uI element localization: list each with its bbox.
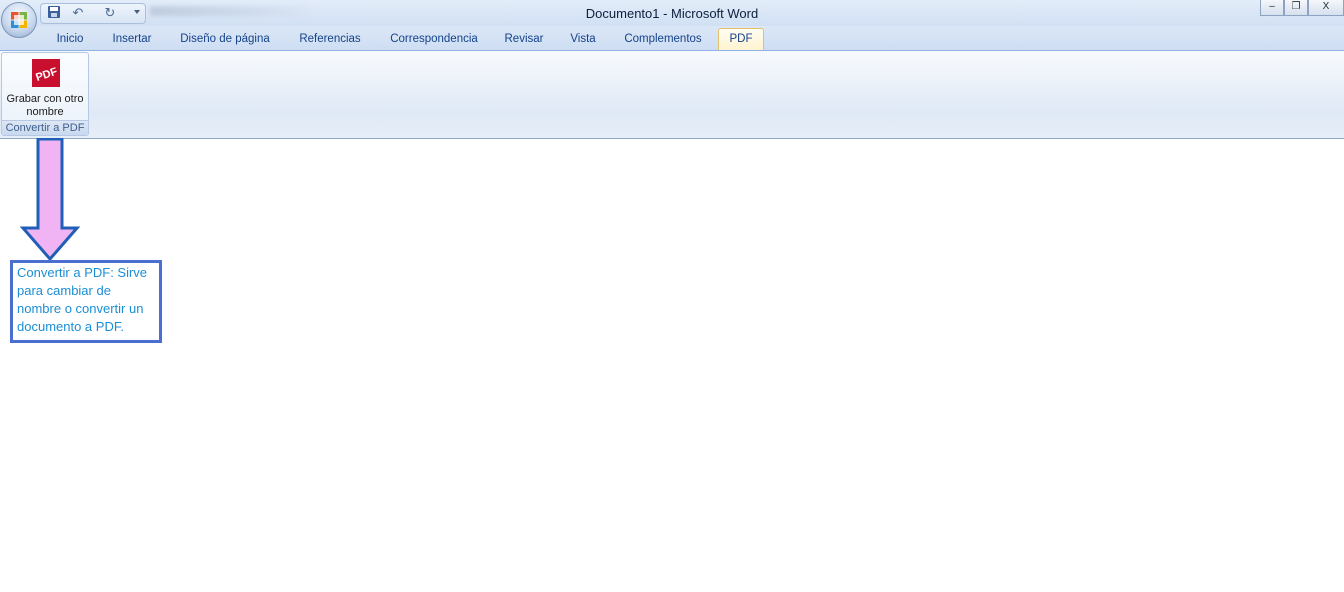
tab-pdf[interactable]: PDF (718, 28, 764, 50)
group-label: Convertir a PDF (2, 120, 88, 135)
window-title: Documento1 - Microsoft Word (585, 6, 759, 21)
tab-insertar[interactable]: Insertar (104, 30, 160, 49)
minimize-button[interactable]: – (1260, 0, 1284, 16)
tab-vista[interactable]: Vista (562, 30, 604, 49)
ribbon-tabs: Inicio Insertar Diseño de página Referen… (0, 26, 1344, 51)
tab-correspondencia[interactable]: Correspondencia (382, 30, 486, 49)
tab-inicio[interactable]: Inicio (50, 30, 90, 49)
save-as-button-label: Grabar con otro nombre (6, 93, 84, 118)
title-bar: ↶ ↻ Documento1 - Microsoft Word – ❐ X (0, 0, 1344, 26)
office-button[interactable] (1, 2, 37, 38)
tab-revisar[interactable]: Revisar (498, 30, 550, 49)
tab-referencias[interactable]: Referencias (292, 30, 368, 49)
tab-complementos[interactable]: Complementos (616, 30, 710, 49)
close-button[interactable]: X (1308, 0, 1344, 16)
maximize-button[interactable]: ❐ (1284, 0, 1308, 16)
convertir-a-pdf-group: PDF Grabar con otro nombre Convertir a P… (1, 52, 89, 136)
office-logo-icon (11, 12, 27, 28)
pdf-icon: PDF (32, 59, 60, 87)
annotation-arrow (20, 138, 80, 262)
ribbon-panel: PDF Grabar con otro nombre Convertir a P… (0, 51, 1344, 139)
tab-diseno-de-pagina[interactable]: Diseño de página (172, 30, 278, 49)
save-as-pdf-button[interactable]: PDF Grabar con otro nombre (2, 53, 88, 121)
annotation-callout: Convertir a PDF: Sirve para cambiar de n… (10, 260, 162, 343)
